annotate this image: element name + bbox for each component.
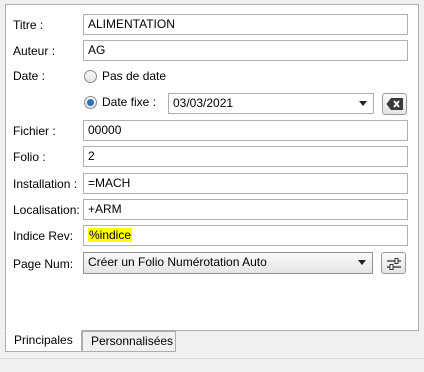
page-num-label: Page Num:	[13, 257, 74, 271]
indice-rev-label: Indice Rev:	[13, 229, 74, 243]
chevron-down-icon	[359, 101, 367, 106]
clear-date-button[interactable]	[382, 93, 407, 115]
folio-input[interactable]: 2	[83, 146, 408, 167]
titre-label: Titre :	[13, 18, 44, 32]
localisation-label: Localisation:	[13, 203, 80, 217]
auteur-value: AG	[88, 43, 106, 57]
indice-rev-input[interactable]: %indice	[83, 225, 408, 246]
page-num-options-button[interactable]	[381, 252, 406, 274]
fichier-value: 00000	[88, 123, 122, 137]
no-date-radio[interactable]	[84, 70, 97, 83]
installation-label: Installation :	[13, 177, 78, 191]
divider	[0, 358, 424, 359]
folio-value: 2	[88, 149, 95, 163]
page-num-select[interactable]: Créer un Folio Numérotation Auto	[83, 252, 373, 274]
tab-personnalisees-label: Personnalisées	[91, 334, 174, 348]
localisation-value: +ARM	[88, 202, 122, 216]
fixed-date-radio[interactable]	[84, 96, 97, 109]
backspace-clear-icon	[386, 98, 403, 110]
fixed-date-radio-label[interactable]: Date fixe :	[102, 94, 156, 110]
fichier-input[interactable]: 00000	[83, 120, 408, 141]
tab-principales[interactable]: Principales	[5, 330, 82, 352]
sliders-settings-icon	[387, 258, 401, 270]
auteur-input[interactable]: AG	[83, 40, 408, 61]
chevron-down-icon	[358, 260, 366, 265]
auteur-label: Auteur :	[13, 44, 56, 58]
tab-personnalisees[interactable]: Personnalisées	[82, 331, 176, 352]
no-date-radio-label[interactable]: Pas de date	[102, 68, 166, 84]
date-picker[interactable]: 03/03/2021	[168, 93, 374, 114]
titre-input[interactable]: ALIMENTATION	[83, 14, 408, 35]
page-num-value: Créer un Folio Numérotation Auto	[88, 255, 267, 269]
titre-value: ALIMENTATION	[88, 17, 175, 31]
tab-principales-label: Principales	[14, 333, 73, 347]
localisation-input[interactable]: +ARM	[83, 199, 408, 220]
installation-value: =MACH	[88, 176, 131, 190]
date-value: 03/03/2021	[173, 96, 234, 110]
folio-label: Folio :	[13, 150, 46, 164]
fichier-label: Fichier :	[13, 124, 56, 138]
indice-rev-value: %indice	[88, 228, 133, 242]
date-label: Date :	[13, 69, 46, 83]
installation-input[interactable]: =MACH	[83, 173, 408, 194]
